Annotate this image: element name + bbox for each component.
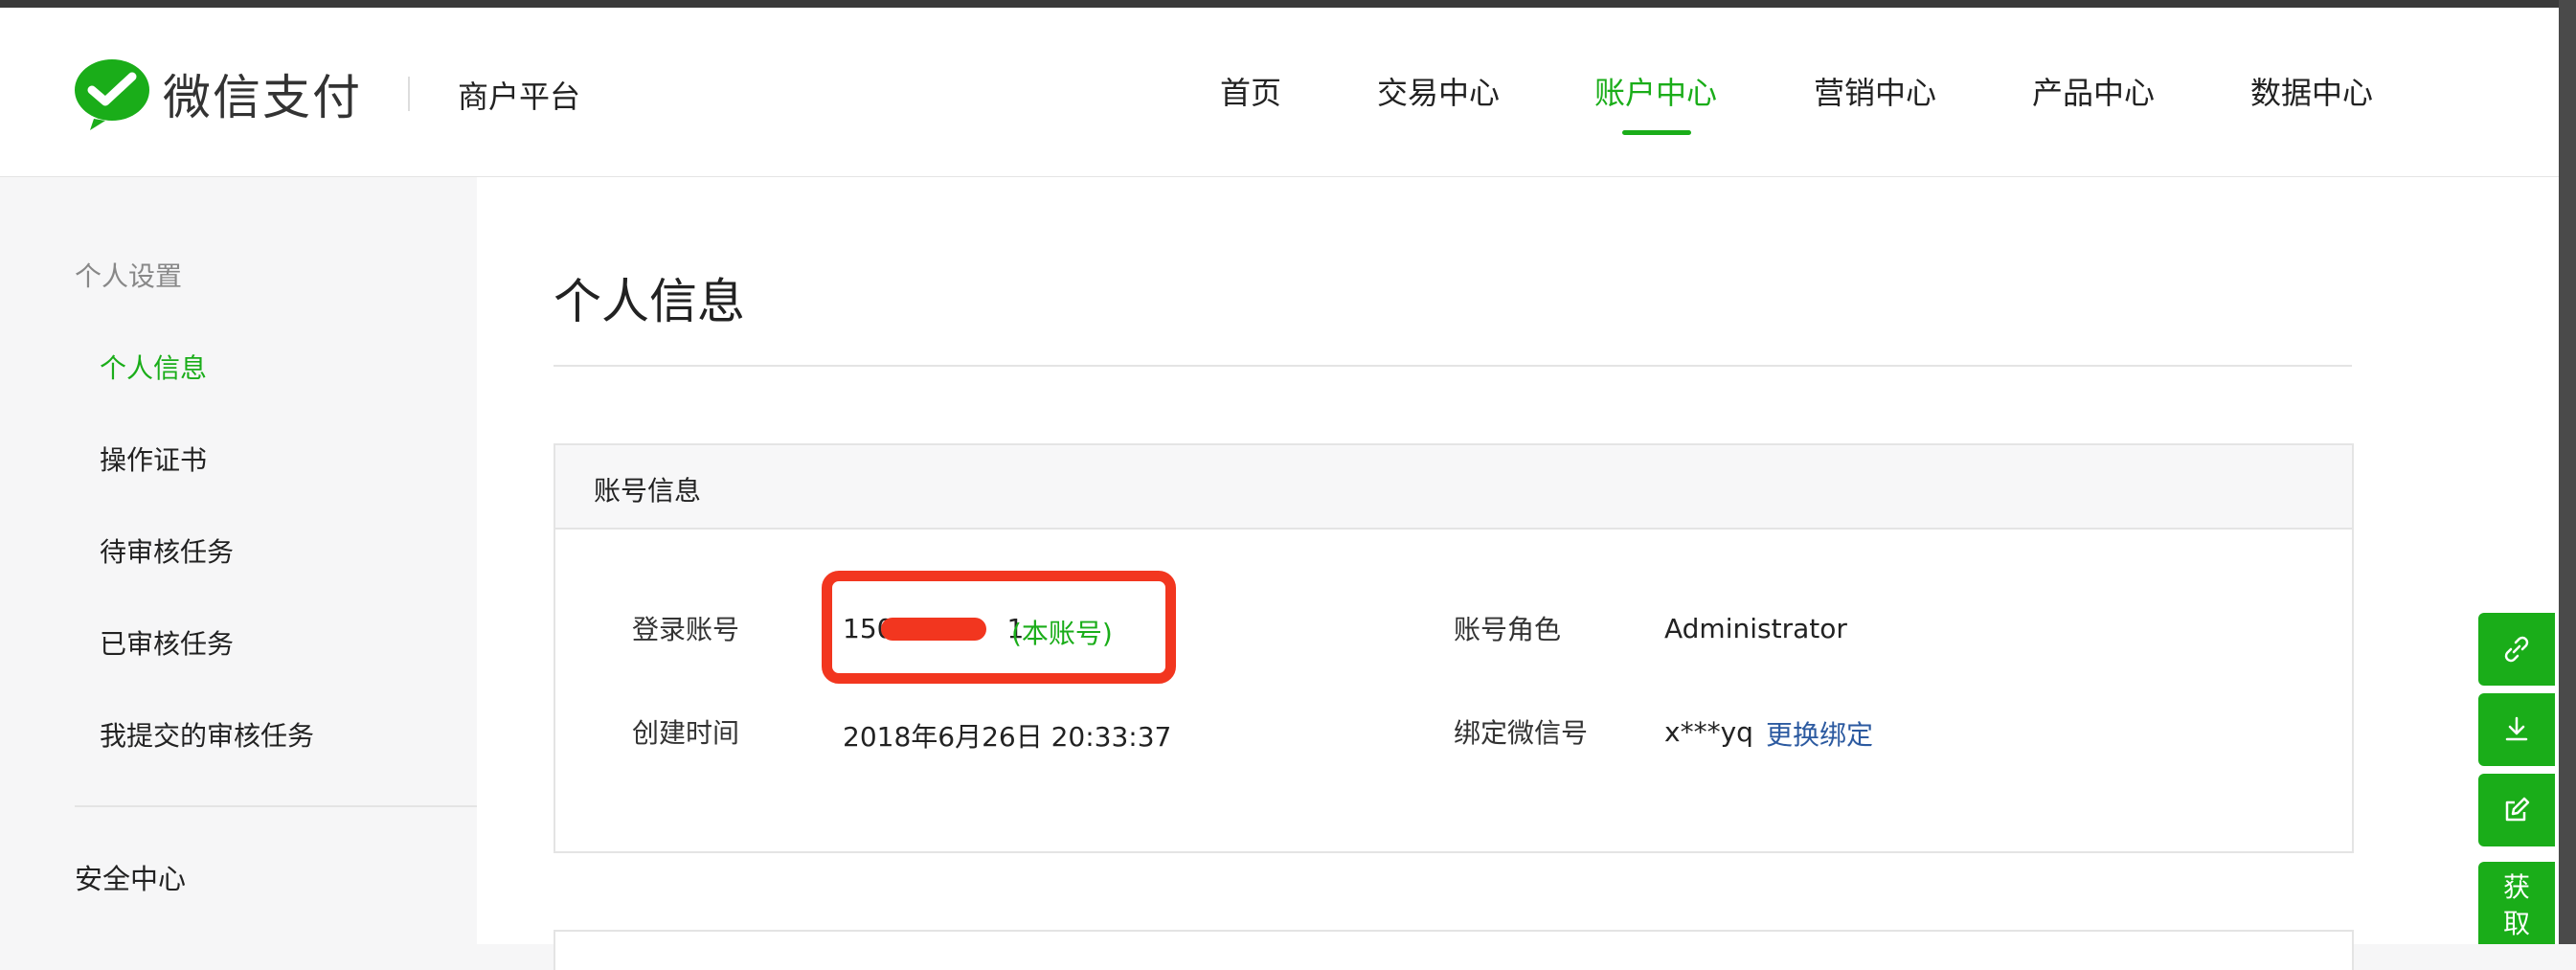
account-role-value: Administrator	[1664, 613, 1847, 644]
main-content: 个人信息 账号信息	[477, 177, 2559, 970]
nav-home[interactable]: 首页	[1220, 69, 1281, 113]
title-divider	[554, 365, 2352, 367]
nav-account-center[interactable]: 账户中心	[1594, 69, 1717, 113]
download-button[interactable]	[2478, 693, 2555, 766]
change-binding-link[interactable]: 更换绑定	[1766, 714, 1873, 753]
edit-button[interactable]	[2478, 774, 2555, 846]
account-role-label: 账号角色	[1454, 614, 1562, 645]
sidebar-item-personal-info[interactable]: 个人信息	[100, 348, 207, 386]
get-button[interactable]: 获取	[2478, 862, 2555, 944]
created-time-value: 2018年6月26日 20:33:37	[843, 721, 1172, 753]
sidebar-item-certificate[interactable]: 操作证书	[100, 440, 207, 478]
sidebar: 个人设置 个人信息 操作证书 待审核任务 已审核任务 我提交的审核任务 安全中心	[0, 177, 477, 944]
platform-name: 商户平台	[458, 79, 581, 115]
bound-wechat-value: x***yq	[1664, 716, 1753, 748]
nav-trade-center[interactable]: 交易中心	[1377, 69, 1500, 113]
nav-data-center[interactable]: 数据中心	[2250, 69, 2373, 113]
nav-marketing-center[interactable]: 营销中心	[1814, 69, 1936, 113]
page-title: 个人信息	[554, 274, 745, 329]
wechat-pay-logo-icon	[75, 59, 149, 130]
logo-text: 微信支付	[163, 70, 362, 125]
bound-wechat-label: 绑定微信号	[1454, 717, 1589, 749]
download-icon	[2505, 716, 2528, 741]
nav-product-center[interactable]: 产品中心	[2032, 69, 2155, 113]
card-header: 账号信息	[555, 445, 2352, 530]
wechat-pay-logo[interactable]: 微信支付	[73, 57, 362, 130]
sidebar-item-reviewed[interactable]: 已审核任务	[100, 623, 234, 662]
sidebar-group-personal-settings: 个人设置	[75, 260, 183, 292]
annotation-highlight-box	[822, 571, 1176, 684]
next-card	[554, 930, 2354, 970]
card-title: 账号信息	[594, 475, 702, 507]
get-button-char: 取	[2502, 908, 2530, 939]
window-right-strip	[2559, 0, 2576, 944]
get-button-char: 获	[2502, 871, 2530, 903]
sidebar-section-security-center[interactable]: 安全中心	[75, 857, 186, 897]
created-time-label: 创建时间	[632, 717, 740, 749]
edit-icon	[2505, 797, 2530, 822]
share-link-button[interactable]	[2478, 613, 2555, 686]
sidebar-divider	[75, 805, 477, 807]
link-icon	[2504, 636, 2529, 663]
top-header: 微信支付 商户平台 首页 交易中心 账户中心 营销中心 产品中心 数据中心	[0, 8, 2559, 177]
nav-active-indicator	[1622, 130, 1691, 135]
sidebar-item-my-submitted[interactable]: 我提交的审核任务	[100, 715, 314, 754]
login-account-label: 登录账号	[632, 614, 740, 645]
logo-divider	[408, 77, 410, 111]
sidebar-item-pending-review[interactable]: 待审核任务	[100, 531, 234, 570]
window-top-strip	[0, 0, 2576, 8]
